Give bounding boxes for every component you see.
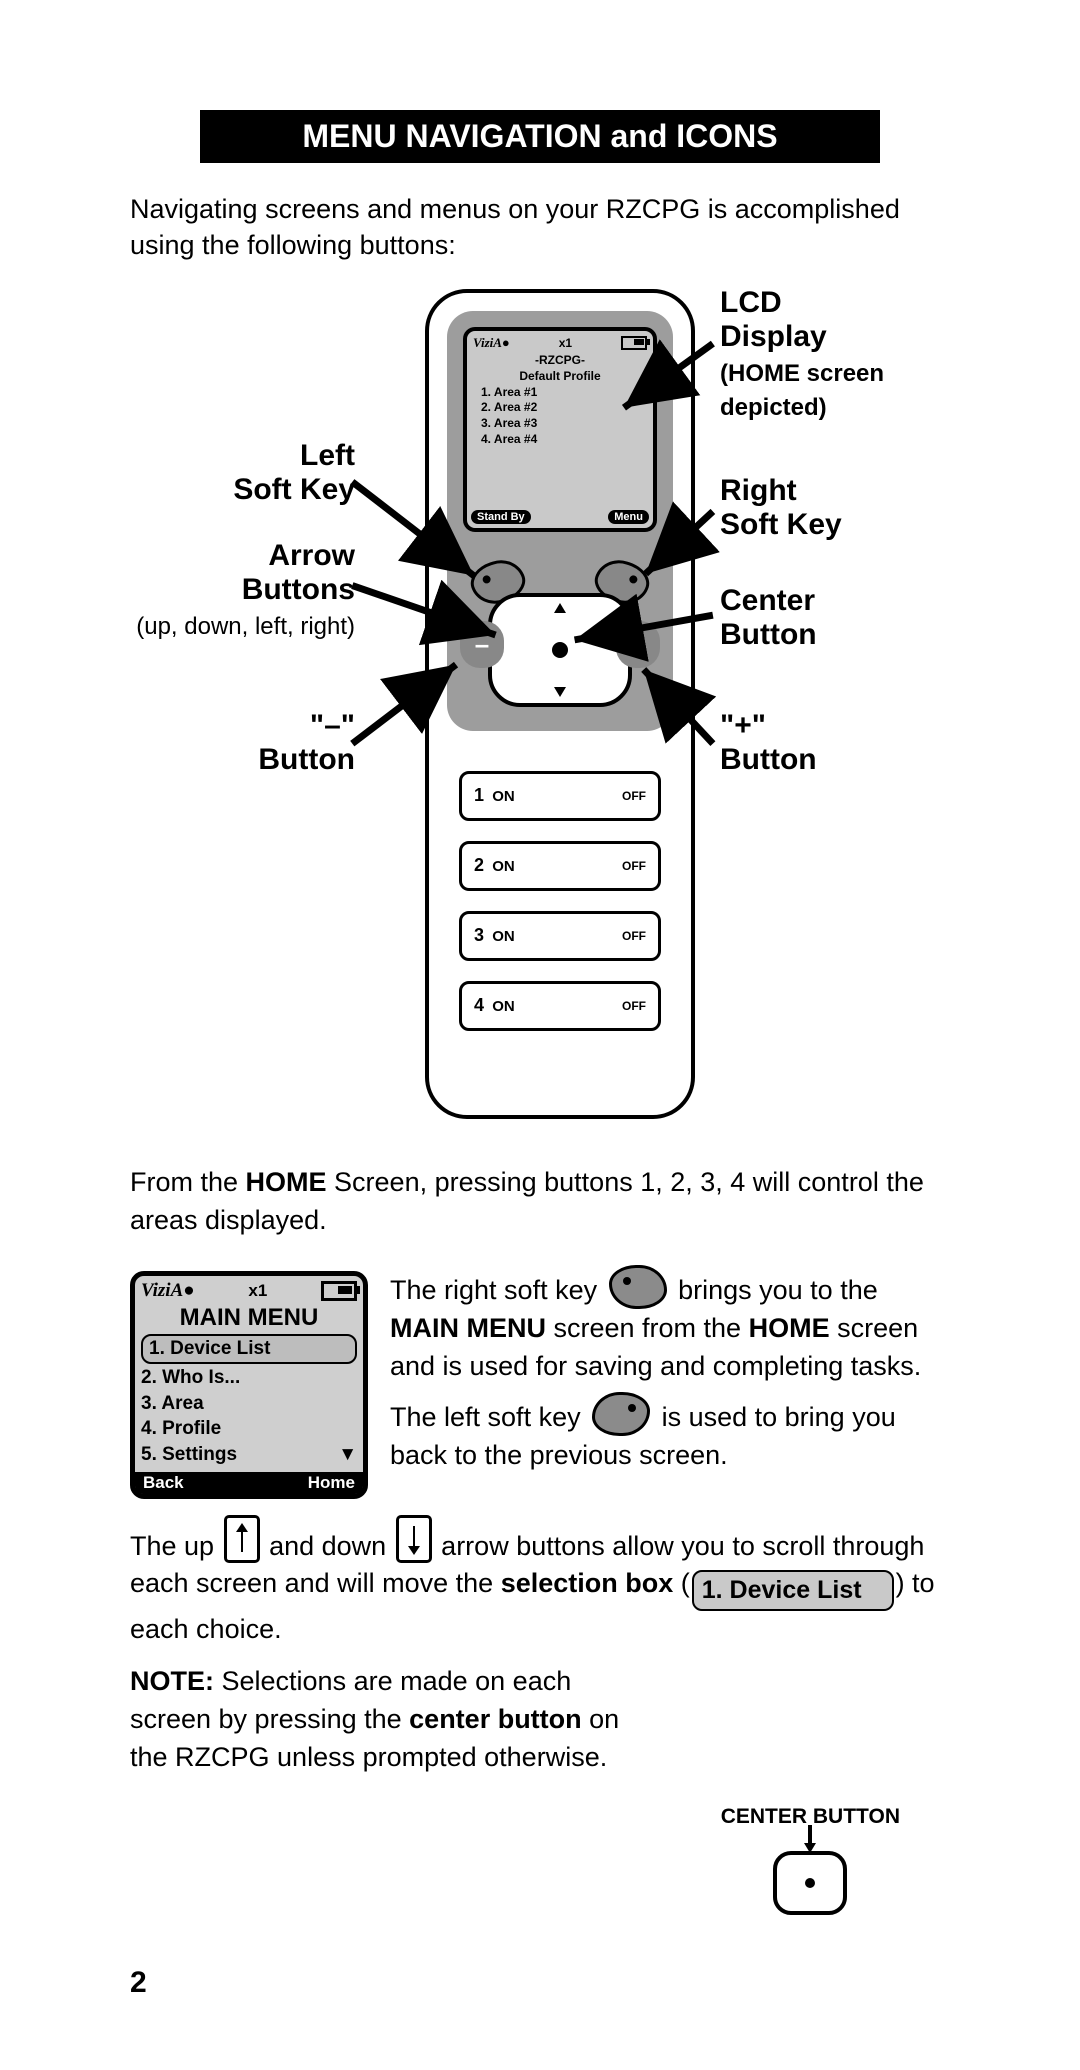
label-center-button: CenterButton (720, 584, 817, 653)
arrow-down-icon (802, 1825, 818, 1853)
lcd-subtitle: -RZCPG- (473, 353, 647, 367)
center-button[interactable] (552, 642, 568, 658)
mini-brand: ViziA● (141, 1280, 195, 1302)
button-row-2[interactable]: 2 ON OFF (459, 841, 661, 891)
arrow-down-icon (396, 1515, 432, 1563)
dpad[interactable]: – + (488, 593, 632, 707)
lcd-softlabel-right: Menu (608, 510, 649, 524)
lcd-area-list: 1. Area #1 2. Area #2 3. Area #3 4. Area… (481, 385, 647, 447)
label-left-soft-key: LeftSoft Key (130, 439, 355, 508)
arrow-up-icon (554, 603, 566, 613)
remote-body: ViziA● x1 -RZCPG- Default Profile 1. Are… (425, 289, 695, 1119)
mini-softlabel-back: Back (143, 1473, 184, 1493)
home-buttons-text: From the HOME Screen, pressing buttons 1… (130, 1164, 950, 1240)
arrow-buttons-text: The up and down arrow buttons allow you … (130, 1515, 950, 1650)
center-button-icon (773, 1851, 847, 1915)
minus-button[interactable]: – (462, 629, 502, 660)
button-row-1[interactable]: 1 ON OFF (459, 771, 661, 821)
label-minus-button: "–"Button (130, 709, 355, 778)
mini-title: MAIN MENU (141, 1304, 357, 1332)
main-menu-screenshot: ViziA● x1 MAIN MENU 1. Device List 2. Wh… (130, 1271, 368, 1498)
plus-button[interactable]: + (618, 629, 658, 660)
chevron-down-icon: ▼ (338, 1442, 357, 1468)
button-row-4[interactable]: 4 ON OFF (459, 981, 661, 1031)
mini-mult: x1 (248, 1281, 267, 1301)
battery-icon (621, 336, 647, 350)
mini-menu-list: 1. Device List 2. Who Is... 3. Area 4. P… (141, 1334, 357, 1467)
page-number: 2 (130, 1966, 147, 2000)
mini-softlabel-home: Home (308, 1473, 355, 1493)
note-text: NOTE: Selections are made on each screen… (130, 1663, 650, 1776)
lcd-mult: x1 (559, 336, 572, 350)
label-right-soft-key: RightSoft Key (720, 474, 842, 543)
label-lcd-display: LCDDisplay (HOME screen depicted) (720, 286, 950, 424)
lcd-softlabel-left: Stand By (471, 510, 531, 524)
section-title: MENU NAVIGATION and ICONS (200, 110, 880, 163)
intro-text: Navigating screens and menus on your RZC… (130, 191, 950, 264)
button-row-3[interactable]: 3 ON OFF (459, 911, 661, 961)
lcd-brand: ViziA● (473, 335, 510, 351)
remote-diagram: LeftSoft Key ArrowButtons (up, down, lef… (130, 284, 950, 1144)
mini-item-selected: 1. Device List (141, 1334, 357, 1364)
arrow-down-icon (554, 687, 566, 697)
battery-icon (321, 1281, 357, 1301)
arrow-up-icon (224, 1515, 260, 1563)
label-arrow-buttons: ArrowButtons (up, down, left, right) (130, 539, 355, 643)
selection-box-example: 1. Device List (692, 1570, 894, 1611)
center-button-diagram: CENTER BUTTON (721, 1805, 900, 1915)
label-plus-button: "+"Button (720, 709, 817, 778)
right-soft-key-icon (609, 1265, 667, 1309)
lcd-display: ViziA● x1 -RZCPG- Default Profile 1. Are… (463, 327, 657, 532)
left-soft-key-icon (592, 1392, 650, 1436)
lcd-profile: Default Profile (473, 369, 647, 383)
